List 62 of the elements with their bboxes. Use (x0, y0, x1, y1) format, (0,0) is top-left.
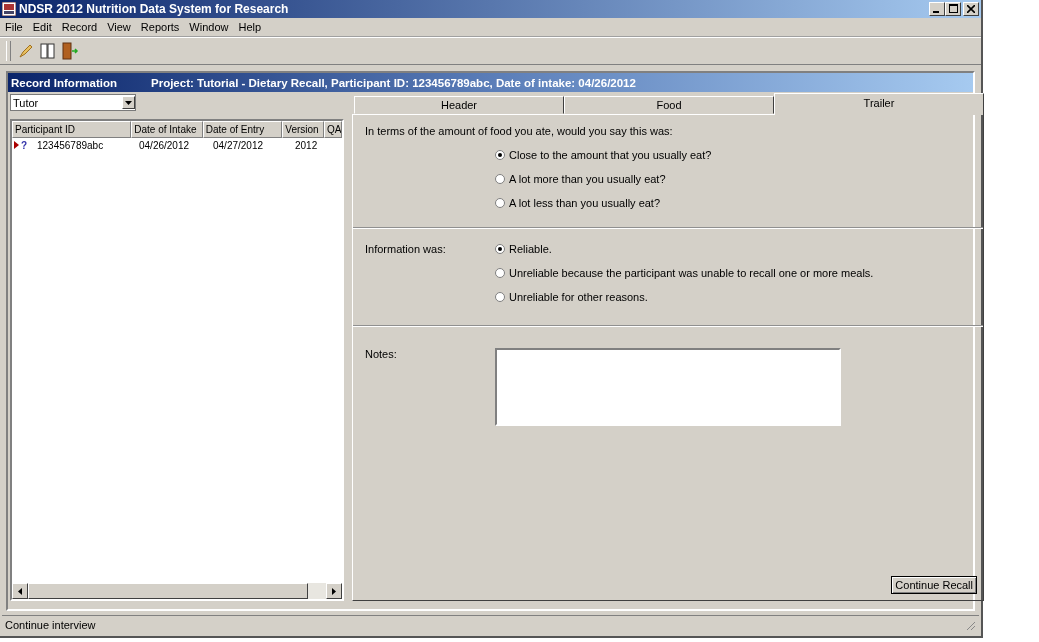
app-logo-icon (2, 2, 16, 16)
tab[interactable]: Header (354, 96, 564, 114)
radio-button[interactable] (495, 244, 505, 254)
question-text: In terms of the amount of food you ate, would you say this was: (365, 125, 673, 137)
option-label: Close to the amount that you usually eat? (509, 149, 712, 161)
menu-item[interactable]: Edit (32, 21, 52, 33)
close-button[interactable] (963, 2, 979, 16)
column-header[interactable]: Participant ID (12, 121, 132, 138)
radio-button[interactable] (495, 150, 505, 160)
radio-button[interactable] (495, 198, 505, 208)
menu-item[interactable]: Record (61, 21, 98, 33)
table-cell-text: 123456789abc (36, 139, 105, 151)
maximize-icon (948, 4, 958, 13)
menu-item[interactable]: View (107, 21, 131, 33)
horizontal-scrollbar[interactable] (12, 583, 342, 599)
radio-option[interactable]: A lot more than you usually eat? (495, 173, 971, 185)
door-exit-icon[interactable] (61, 42, 79, 60)
column-header[interactable]: Version (282, 121, 325, 138)
row-pointer-icon (14, 141, 19, 149)
close-icon (967, 5, 975, 13)
table-cell-text: 2012 (294, 139, 319, 151)
radio-button[interactable] (495, 174, 505, 184)
pen-icon[interactable] (17, 42, 35, 60)
project-info: Project: Tutorial - Dietary Recall, Participant ID: 123456789abc, Date of intake: 04/26/2012 (151, 76, 636, 89)
radio-button[interactable] (495, 268, 505, 278)
minimize-button[interactable] (929, 2, 945, 16)
panel-title: Record Information (11, 76, 119, 89)
radio-button[interactable] (495, 292, 505, 302)
resize-grip-icon[interactable] (964, 619, 976, 631)
menu-item[interactable]: Reports (140, 21, 180, 33)
column-header[interactable]: QA (324, 121, 342, 138)
continue-button[interactable]: Continue Recall (891, 576, 977, 594)
filter-dropdown[interactable]: Tutor (10, 94, 136, 111)
table-cell-text: 04/26/2012 (138, 139, 191, 151)
column-header[interactable]: Date of Intake (131, 121, 203, 138)
maximize-button[interactable] (945, 2, 961, 16)
tab[interactable]: Food (564, 96, 774, 114)
right-arrow-icon (332, 587, 336, 595)
column-header[interactable]: Date of Entry (202, 121, 283, 138)
field-label: Information was: (365, 243, 447, 257)
status-text: Continue interview (5, 619, 96, 631)
caret-icon (125, 100, 132, 105)
option-label: A lot less than you usually eat? (509, 197, 661, 209)
radio-option[interactable]: A lot less than you usually eat? (495, 197, 971, 209)
radio-option[interactable]: Unreliable for other reasons. (495, 291, 874, 303)
menu-item[interactable]: File (5, 21, 23, 33)
option-label: Unreliable for other reasons. (509, 291, 648, 303)
field-label: Notes: (365, 348, 398, 362)
status-marker: ? (21, 139, 29, 151)
radio-option[interactable]: Reliable. (495, 243, 874, 255)
radio-option[interactable]: Close to the amount that you usually eat? (495, 149, 971, 161)
menu-item[interactable]: Window (189, 21, 229, 33)
option-label: A lot more than you usually eat? (509, 173, 666, 185)
menu-item[interactable]: Help (238, 21, 262, 33)
columns-icon[interactable] (39, 42, 57, 60)
table-cell-text: 04/27/2012 (212, 139, 265, 151)
tab[interactable]: Trailer (774, 93, 984, 115)
notes-field[interactable] (495, 348, 841, 426)
window-title: NDSR 2012 Nutrition Data System for Research (19, 2, 290, 16)
left-arrow-icon (18, 587, 22, 595)
option-label: Reliable. (509, 243, 552, 255)
table-row[interactable]: ? 123456789abc 04/26/2012 04/27/2012 2012 (12, 138, 342, 152)
